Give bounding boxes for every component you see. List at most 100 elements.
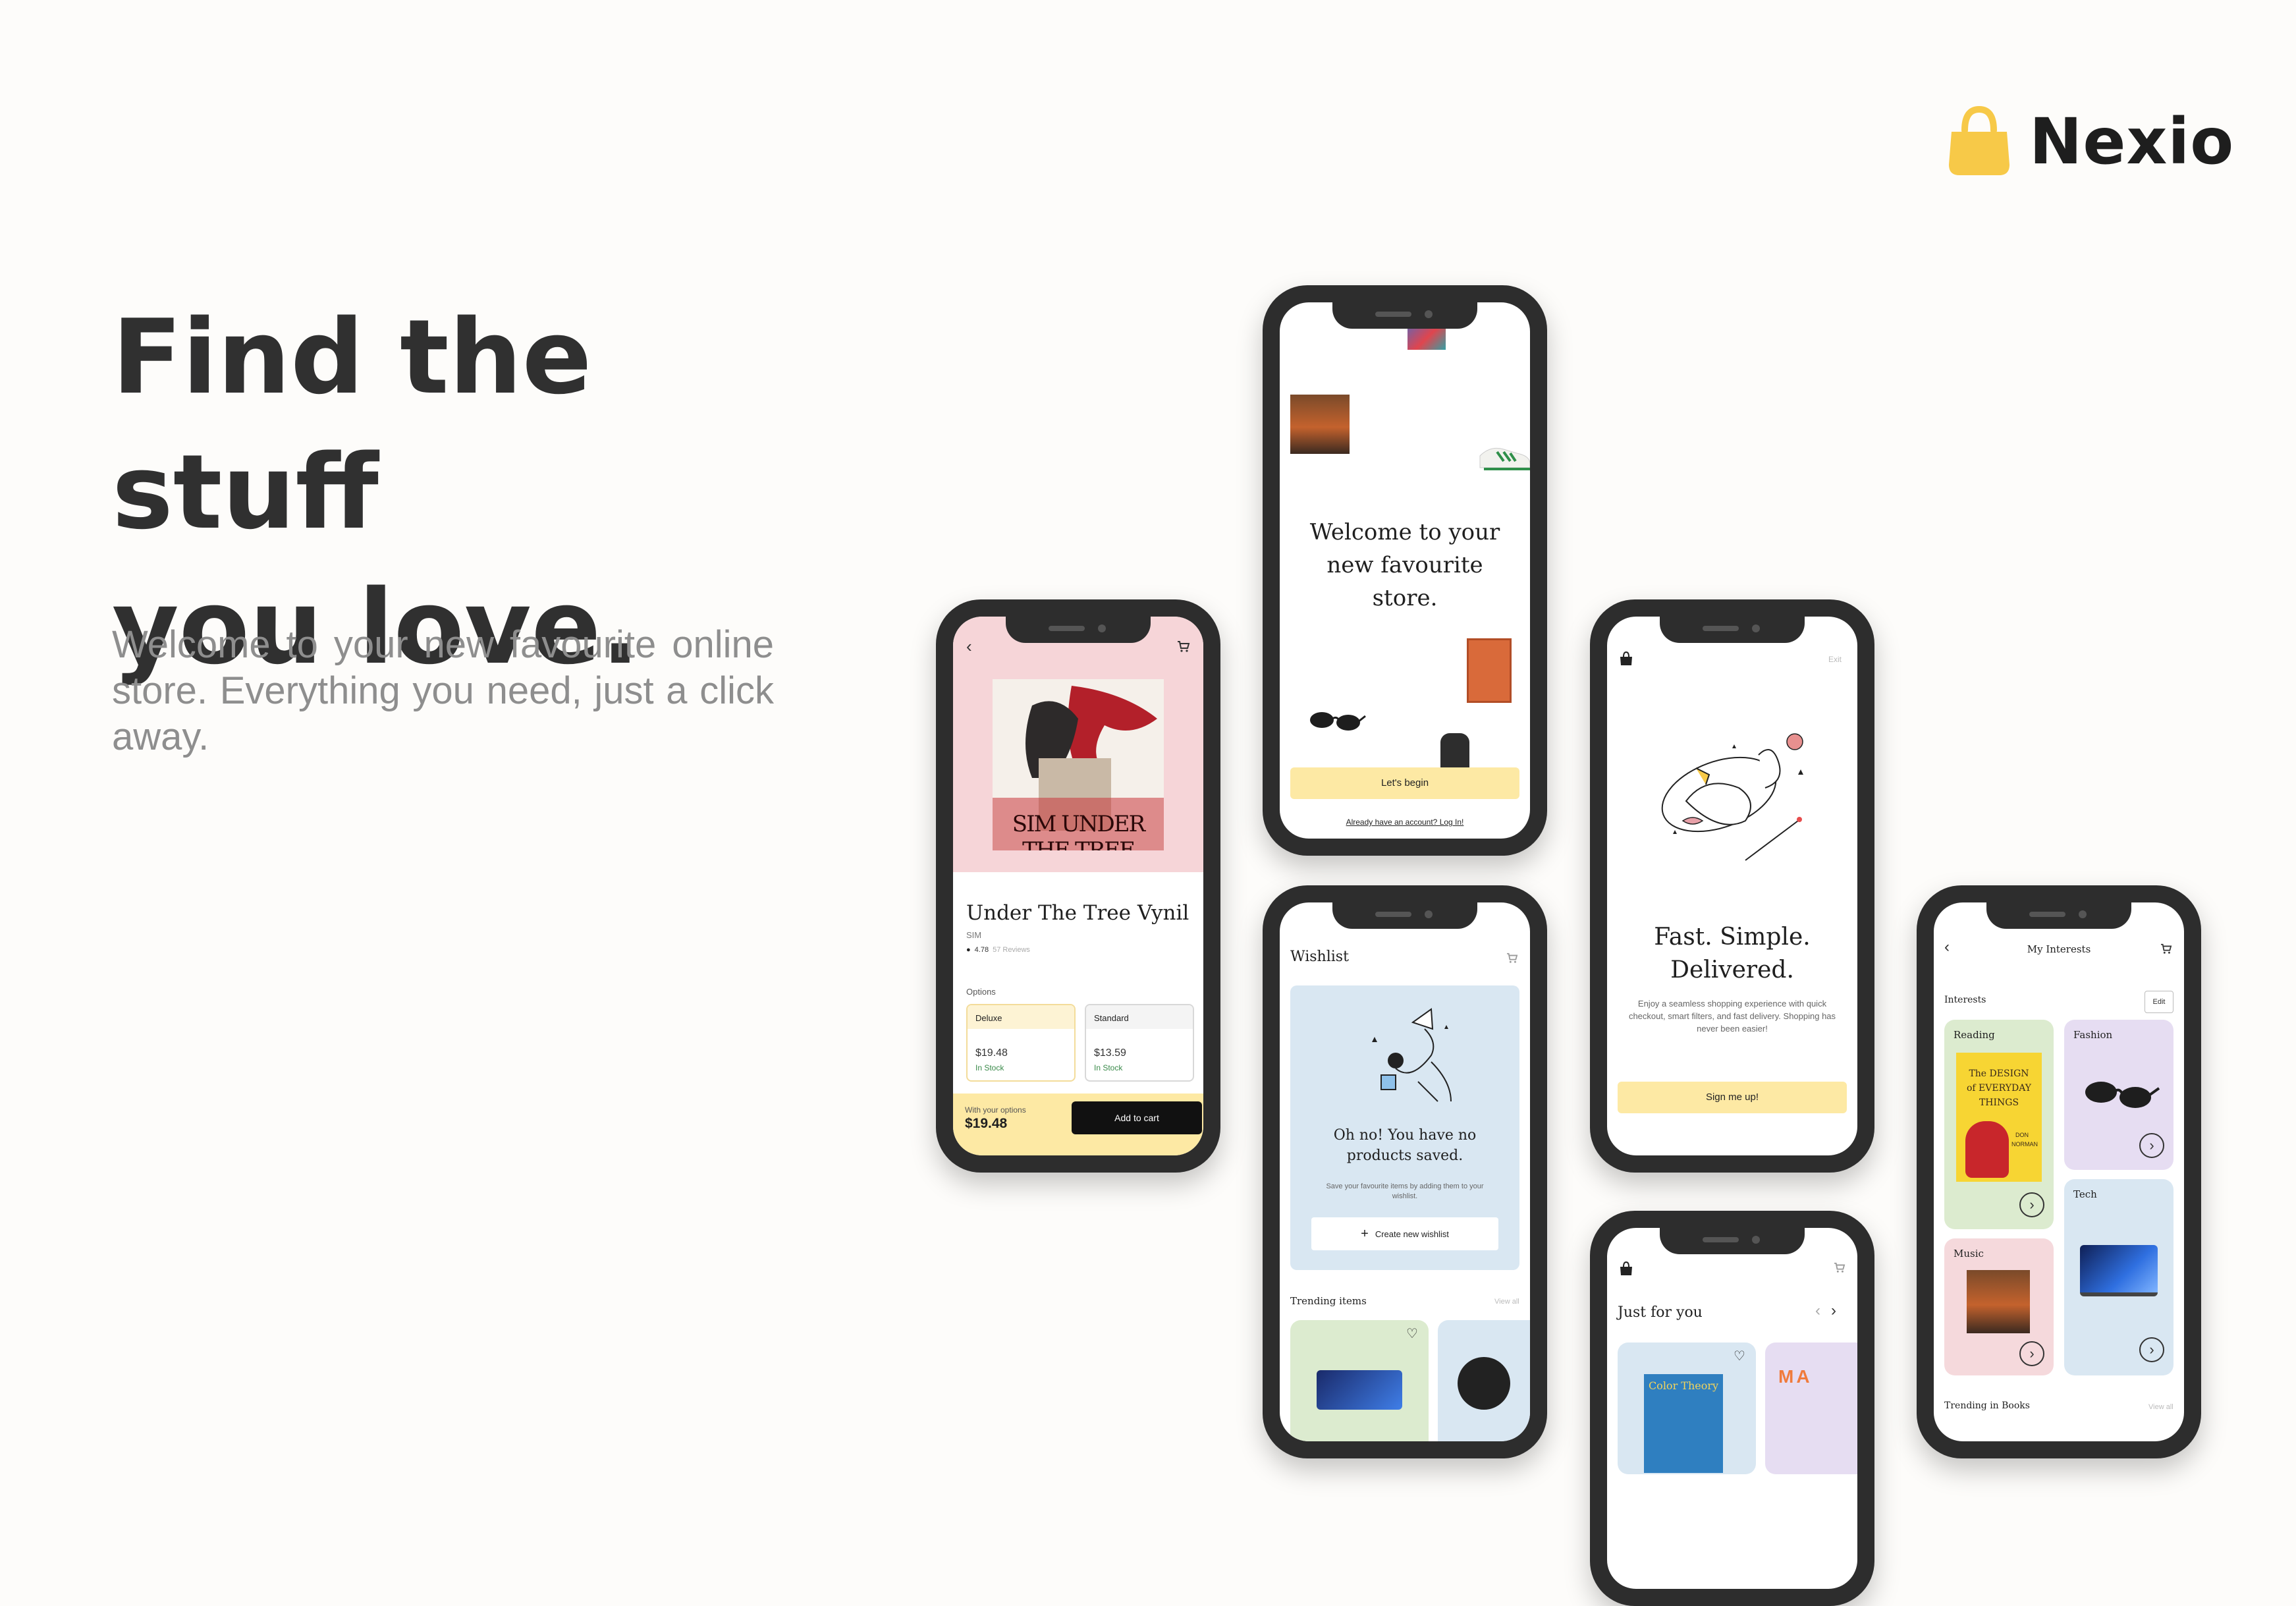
wishlist-title: Wishlist <box>1290 949 1349 965</box>
with-options-label: With your options <box>965 1105 1026 1115</box>
trending-item-watch[interactable] <box>1438 1320 1530 1441</box>
hero-subtext: Welcome to your new favourite online sto… <box>112 623 774 758</box>
option-stock: In Stock <box>975 1063 1004 1072</box>
product-thumb-book <box>1467 638 1512 703</box>
empty-wishlist-title: Oh no! You have no products saved. <box>1333 1127 1477 1164</box>
interest-card-music[interactable]: Music › <box>1944 1238 2054 1375</box>
cover-line-3: THINGS <box>1979 1097 2019 1108</box>
back-chevron-icon[interactable]: ‹ <box>966 636 972 657</box>
cover-line-1: The DESIGN <box>1969 1068 2029 1079</box>
welcome-title: Welcome to your new favourite store. <box>1309 519 1500 611</box>
trending-item-laptop[interactable]: ♡ <box>1290 1320 1429 1441</box>
sunglasses-image <box>2085 1082 2160 1108</box>
book-cover-image: Color Theory <box>1644 1374 1723 1473</box>
laptop-image <box>2080 1245 2158 1296</box>
cart-icon[interactable] <box>1506 953 1518 963</box>
watch-image <box>1458 1357 1510 1410</box>
review-count[interactable]: 57 Reviews <box>993 946 1030 954</box>
album-cover-image <box>1967 1270 2030 1333</box>
phone-product-detail: ‹ SIM UNDER THE TREE Under The Tree Vyni… <box>936 599 1220 1173</box>
phone-interests: ‹ My Interests Interests Edit Reading Th… <box>1917 885 2201 1458</box>
onboarding-screen: Exit Fast. Simple. Delivered. Enjoy a se… <box>1607 617 1857 1155</box>
view-all-link[interactable]: View all <box>1494 1298 1519 1306</box>
empty-wishlist-illustration <box>1372 1008 1452 1102</box>
trending-books-label: Trending in Books <box>1944 1400 2030 1411</box>
phone-welcome: Welcome to your new favourite store. Let… <box>1263 285 1547 856</box>
lets-begin-button[interactable]: Let's begin <box>1290 767 1519 799</box>
empty-wishlist-card: Oh no! You have no products saved. Save … <box>1290 985 1519 1270</box>
option-standard[interactable]: Standard $13.59 In Stock <box>1085 1004 1194 1082</box>
brand-logo[interactable]: Nexio <box>1946 99 2233 184</box>
product-artist: SIM <box>966 930 982 940</box>
album-cover-text: SIM UNDER THE TREE <box>1012 811 1145 850</box>
just-for-you-title: Just for you <box>1618 1304 1703 1321</box>
login-link[interactable]: Already have an account? Log In! <box>1290 817 1519 827</box>
option-deluxe[interactable]: Deluxe $19.48 In Stock <box>966 1004 1076 1082</box>
sign-up-label: Sign me up! <box>1705 1092 1759 1103</box>
arrow-right-icon[interactable]: › <box>2139 1133 2164 1158</box>
wishlist-screen: Wishlist Oh no! You have no products sav… <box>1280 902 1530 1441</box>
interests-title: My Interests <box>2027 943 2091 955</box>
heart-icon[interactable]: ♡ <box>1734 1348 1745 1364</box>
star-icon: ● <box>966 946 971 954</box>
interest-name: Reading <box>1954 1029 1995 1041</box>
option-name: Standard <box>1094 1013 1129 1023</box>
option-price: $13.59 <box>1094 1047 1126 1059</box>
empty-wishlist-body: Save your favourite items by adding them… <box>1326 1182 1484 1200</box>
book-cover-image: The DESIGN of EVERYDAY THINGS DON NORMAN <box>1956 1053 2042 1182</box>
product-title: Under The Tree Vynil <box>966 901 1189 925</box>
album-cover-image: SIM UNDER THE TREE <box>993 679 1164 850</box>
product-screen: ‹ SIM UNDER THE TREE Under The Tree Vyni… <box>953 617 1203 1155</box>
recommended-item-print[interactable]: MA <box>1765 1343 1857 1474</box>
interest-card-tech[interactable]: Tech › <box>2064 1179 2173 1375</box>
print-image-letters: MA <box>1778 1366 1813 1387</box>
product-thumb-painting <box>1290 395 1350 454</box>
onboarding-body: Enjoy a seamless shopping experience wit… <box>1628 999 1836 1034</box>
add-to-cart-label: Add to cart <box>1114 1113 1159 1123</box>
phone-just-for-you: Just for you ‹ › ♡ Color Theory MA <box>1590 1211 1874 1606</box>
cart-icon[interactable] <box>1177 640 1190 652</box>
shopping-bag-icon <box>1620 651 1632 665</box>
just-for-you-screen: Just for you ‹ › ♡ Color Theory MA <box>1607 1228 1857 1589</box>
edit-button[interactable]: Edit <box>2145 991 2173 1013</box>
sign-up-button[interactable]: Sign me up! <box>1618 1082 1847 1113</box>
rating-value: 4.78 <box>974 946 989 954</box>
heart-icon[interactable]: ♡ <box>1406 1325 1418 1342</box>
arrow-right-icon[interactable]: › <box>2019 1192 2044 1217</box>
cover-author-last: NORMAN <box>2011 1141 2038 1148</box>
interests-section-label: Interests <box>1944 995 1986 1005</box>
onboarding-title-line-1: Fast. Simple. <box>1654 924 1811 951</box>
recommended-item-book[interactable]: ♡ Color Theory <box>1618 1343 1756 1474</box>
view-all-link[interactable]: View all <box>2148 1403 2173 1411</box>
interest-card-reading[interactable]: Reading The DESIGN of EVERYDAY THINGS DO… <box>1944 1020 2054 1229</box>
cover-line-2: of EVERYDAY <box>1967 1083 2031 1094</box>
interest-name: Music <box>1954 1248 1984 1260</box>
interest-card-fashion[interactable]: Fashion › <box>2064 1020 2173 1170</box>
shopping-bag-icon <box>1946 105 2012 178</box>
add-to-cart-button[interactable]: Add to cart <box>1072 1101 1202 1134</box>
interest-name: Tech <box>2073 1188 2097 1200</box>
laptop-image <box>1317 1370 1402 1410</box>
edit-label: Edit <box>2152 998 2166 1006</box>
prev-chevron-icon[interactable]: ‹ <box>1815 1302 1820 1320</box>
exit-link[interactable]: Exit <box>1828 655 1842 664</box>
option-stock: In Stock <box>1094 1063 1123 1072</box>
onboarding-title-line-2: Delivered. <box>1670 956 1794 983</box>
headline-line-1: Find the stuff <box>112 297 592 552</box>
rating-row: ● 4.78 57 Reviews <box>966 946 1030 954</box>
brand-name: Nexio <box>2029 105 2235 179</box>
sunglasses-image <box>1310 712 1366 731</box>
next-chevron-icon[interactable]: › <box>1831 1302 1836 1320</box>
cart-icon[interactable] <box>1834 1262 1845 1273</box>
phone-wishlist: Wishlist Oh no! You have no products sav… <box>1263 885 1547 1458</box>
cart-icon[interactable] <box>2160 943 2172 954</box>
arrow-right-icon[interactable]: › <box>2139 1337 2164 1362</box>
create-wishlist-button[interactable]: + Create new wishlist <box>1311 1217 1498 1250</box>
lets-begin-label: Let's begin <box>1380 777 1429 789</box>
book-cover-title: Color Theory <box>1648 1379 1719 1392</box>
astronaut-delivery-illustration <box>1661 733 1803 861</box>
sneaker-image <box>1479 447 1530 470</box>
trending-items-label: Trending items <box>1290 1295 1367 1307</box>
option-price: $19.48 <box>975 1047 1008 1059</box>
arrow-right-icon[interactable]: › <box>2019 1341 2044 1366</box>
